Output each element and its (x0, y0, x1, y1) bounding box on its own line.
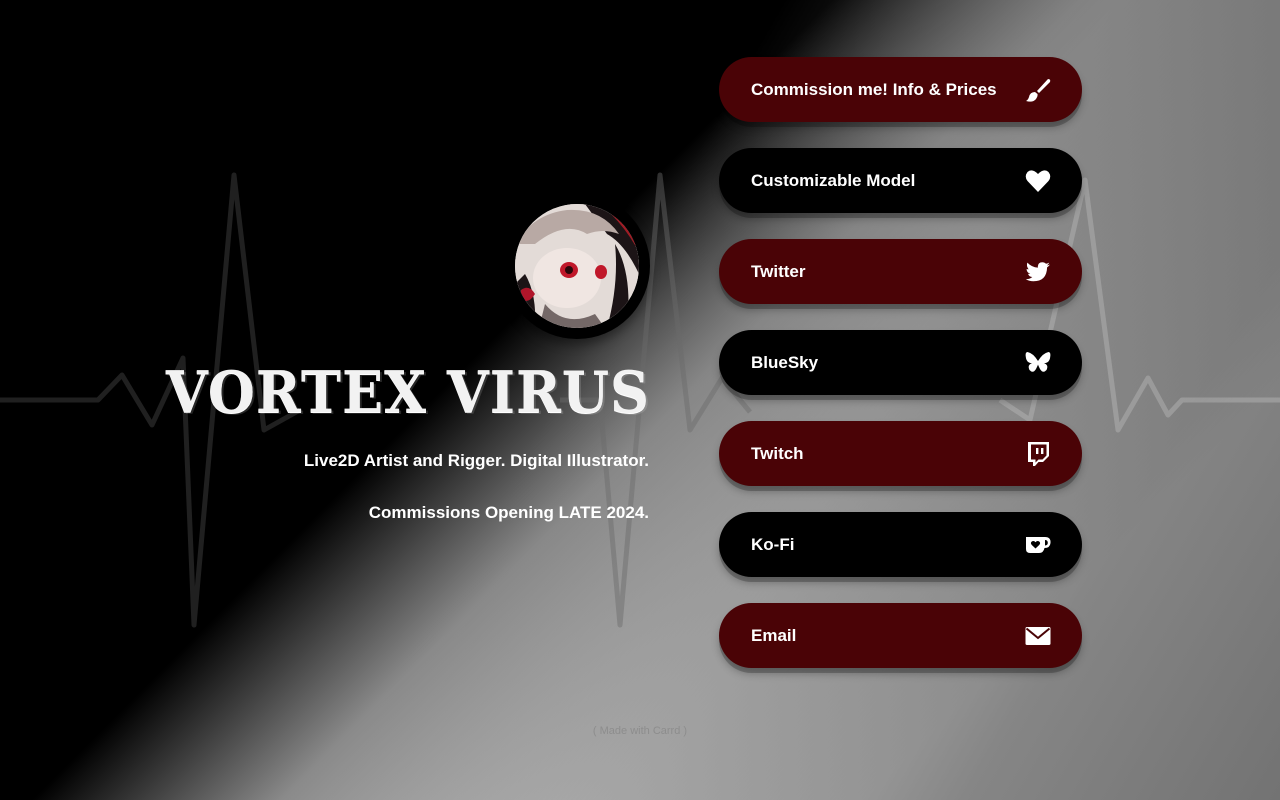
twitter-icon (1025, 259, 1051, 285)
kofi-button[interactable]: Ko-Fi (719, 512, 1082, 577)
email-label: Email (751, 625, 797, 645)
customizable-model-label: Customizable Model (751, 170, 916, 190)
email-button[interactable]: Email (719, 603, 1082, 668)
avatar-artwork (515, 204, 639, 328)
paintbrush-icon (1025, 77, 1051, 103)
envelope-icon (1025, 623, 1051, 649)
bluesky-label: BlueSky (751, 352, 819, 372)
tagline-commissions-status: Commissions Opening LATE 2024. (368, 503, 649, 522)
tagline-description: Live2D Artist and Rigger. Digital Illust… (303, 451, 649, 470)
avatar (504, 193, 650, 339)
twitch-button[interactable]: Twitch (719, 421, 1082, 486)
commission-info-button[interactable]: Commission me! Info & Prices (719, 57, 1082, 122)
twitch-icon (1025, 441, 1051, 467)
page-title: Vortex Virus (165, 358, 650, 426)
kofi-cup-icon (1025, 532, 1051, 558)
twitch-label: Twitch (751, 443, 804, 463)
commission-info-label: Commission me! Info & Prices (751, 79, 997, 99)
bluesky-button[interactable]: BlueSky (719, 330, 1082, 395)
twitter-label: Twitter (751, 261, 806, 281)
bluesky-butterfly-icon (1025, 350, 1051, 376)
customizable-model-button[interactable]: Customizable Model (719, 148, 1082, 213)
made-with-carrd-footer[interactable]: ( Made with Carrd ) (0, 725, 1280, 737)
kofi-label: Ko-Fi (751, 534, 795, 554)
twitter-button[interactable]: Twitter (719, 239, 1082, 304)
heart-icon (1025, 168, 1051, 194)
